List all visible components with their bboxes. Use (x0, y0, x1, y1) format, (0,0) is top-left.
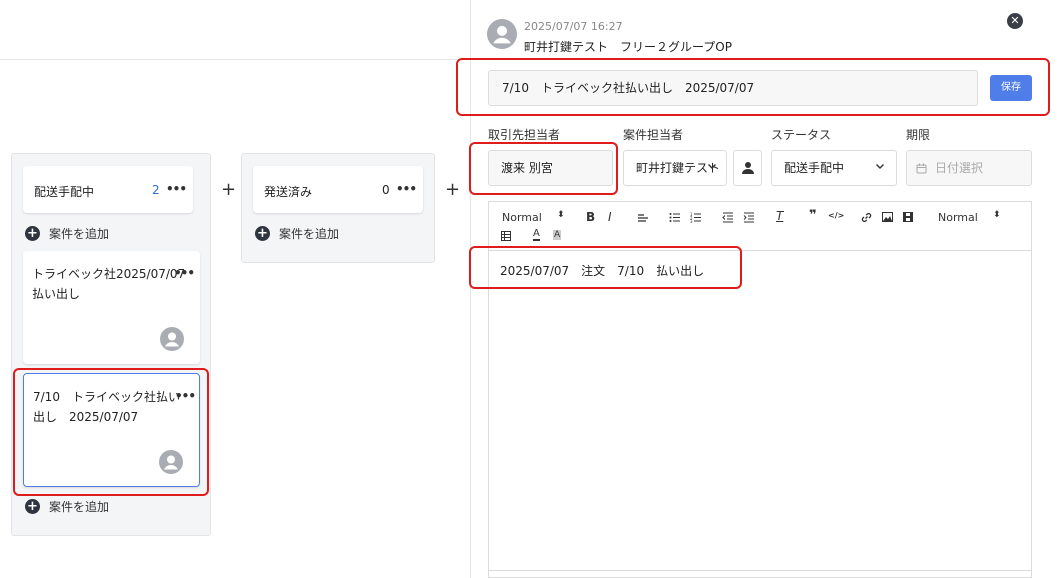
updated-user: 町井打鍵テスト フリー２グループOP (524, 40, 732, 54)
add-column-icon[interactable]: + (445, 179, 460, 200)
text-color-icon[interactable]: A (533, 229, 540, 241)
card-title: トライベック社2025/07/07 払い出し (32, 267, 186, 301)
add-case-button-bottom[interactable]: + 案件を追加 (25, 498, 109, 515)
size-select[interactable]: Normal (938, 211, 978, 224)
add-case-label: 案件を追加 (49, 227, 110, 241)
due-label: 期限 (906, 128, 931, 142)
column-hassou-zumi: 発送済み 0 ••• + 案件を追加 (241, 153, 435, 263)
header-select[interactable]: Normal (502, 211, 542, 224)
align-icon[interactable] (637, 213, 649, 223)
editor-bottom-line (488, 570, 1032, 571)
italic-icon[interactable]: I (608, 210, 612, 224)
avatar-icon (487, 19, 517, 49)
indent-icon[interactable] (743, 212, 755, 223)
column-header: 配送手配中 2 ••• (23, 166, 193, 213)
editor-toolbar: Normal ⬍ B I 1 2 3 T ❞ </> Normal ⬍ A A (488, 201, 1032, 250)
assign-person-button[interactable] (733, 150, 762, 186)
plus-circle-icon: + (25, 226, 40, 241)
due-date-placeholder: 日付選択 (935, 161, 984, 175)
add-column-icon[interactable]: + (221, 179, 236, 200)
column-count: 2 (152, 183, 160, 197)
add-case-button[interactable]: + 案件を追加 (25, 225, 109, 242)
plus-circle-icon: + (25, 499, 40, 514)
top-divider (0, 59, 470, 60)
column-more-icon[interactable]: ••• (166, 182, 187, 196)
add-case-button[interactable]: + 案件を追加 (255, 225, 339, 242)
highlight-client-contact (469, 142, 618, 195)
link-icon[interactable] (861, 212, 872, 223)
updated-timestamp: 2025/07/07 16:27 (524, 20, 623, 33)
editor-area[interactable]: 2025/07/07 注文 7/10 払い出し (488, 250, 1032, 578)
chevron-down-icon (875, 160, 885, 174)
highlight-editor-content (469, 246, 742, 289)
table-icon[interactable] (501, 231, 511, 241)
client-contact-label: 取引先担当者 (488, 128, 561, 142)
highlight-title-row (456, 58, 1050, 116)
column-title: 配送手配中 (34, 185, 95, 199)
column-header: 発送済み 0 ••• (253, 166, 423, 213)
clear-format-icon[interactable]: T (776, 209, 783, 223)
code-icon[interactable]: </> (828, 211, 844, 220)
header-select-arrows-icon: ⬍ (557, 210, 565, 220)
add-case-label: 案件を追加 (279, 227, 340, 241)
card-more-icon[interactable]: ••• (174, 266, 195, 280)
blockquote-icon[interactable]: ❞ (809, 208, 817, 223)
status-label: ステータス (771, 128, 832, 142)
plus-circle-icon: + (255, 226, 270, 241)
person-icon (742, 162, 754, 174)
video-icon[interactable] (903, 212, 913, 222)
outdent-icon[interactable] (722, 212, 734, 223)
column-title: 発送済み (264, 185, 313, 199)
chevron-down-icon (707, 160, 717, 174)
case-card[interactable]: トライベック社2025/07/07 払い出し ••• (23, 251, 200, 364)
background-color-icon[interactable]: A (553, 230, 562, 240)
column-count: 0 (382, 183, 390, 197)
bullet-list-icon[interactable] (669, 212, 681, 223)
close-icon[interactable]: ✕ (1007, 13, 1023, 29)
bold-icon[interactable]: B (586, 210, 595, 224)
column-more-icon[interactable]: ••• (396, 182, 417, 196)
svg-text:3: 3 (690, 219, 693, 223)
image-icon[interactable] (882, 212, 893, 222)
ordered-list-icon[interactable]: 1 2 3 (690, 212, 702, 223)
status-value: 配送手配中 (784, 161, 845, 175)
case-owner-label: 案件担当者 (623, 128, 684, 142)
size-select-arrows-icon: ⬍ (993, 210, 1001, 220)
add-case-label: 案件を追加 (49, 500, 110, 514)
calendar-icon (916, 163, 927, 174)
highlight-selected-card (13, 368, 209, 496)
avatar-icon (160, 327, 184, 351)
